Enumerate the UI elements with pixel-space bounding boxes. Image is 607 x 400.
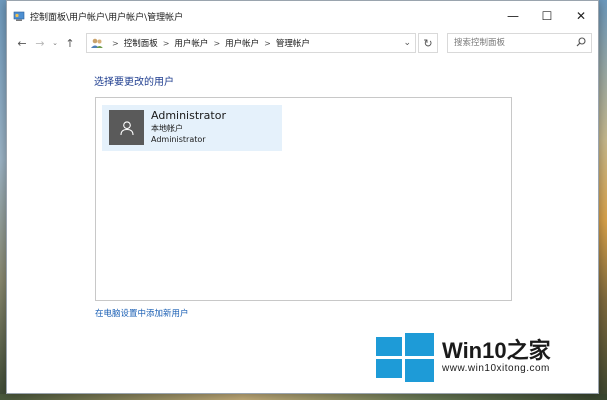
- breadcrumb-control-panel[interactable]: 控制面板: [124, 37, 158, 49]
- user-icon: [119, 120, 134, 135]
- recent-locations-button[interactable]: ⌄: [49, 33, 61, 53]
- watermark-brand-suffix: 之家: [506, 337, 551, 363]
- breadcrumb-separator[interactable]: >: [163, 39, 170, 48]
- breadcrumb-manage-accounts[interactable]: 管理帐户: [276, 37, 310, 49]
- minimize-button[interactable]: —: [496, 1, 530, 31]
- watermark-text: Win10之家 www.win10xitong.com: [442, 337, 551, 374]
- search-icon[interactable]: [576, 37, 586, 50]
- window-title: 控制面板\用户帐户\用户帐户\管理帐户: [30, 12, 184, 23]
- window-controls: — ☐ ✕: [496, 1, 598, 31]
- user-name: Administrator: [151, 109, 226, 122]
- refresh-button[interactable]: ↻: [418, 33, 438, 53]
- watermark-brand-prefix: Win10: [442, 337, 507, 363]
- address-bar[interactable]: > 控制面板 > 用户帐户 > 用户帐户 > 管理帐户 ⌄: [86, 33, 416, 53]
- up-button[interactable]: ↑: [61, 33, 79, 53]
- search-box[interactable]: [447, 33, 592, 53]
- add-new-user-link[interactable]: 在电脑设置中添加新用户: [95, 307, 189, 319]
- account-type: 本地帐户: [151, 124, 183, 133]
- close-button[interactable]: ✕: [564, 1, 598, 31]
- avatar: [109, 110, 144, 145]
- control-panel-icon: [13, 10, 25, 22]
- chevron-down-icon[interactable]: ⌄: [403, 38, 411, 48]
- user-list-panel: Administrator 本地帐户 Administrator: [95, 97, 512, 301]
- account-group: Administrator: [151, 135, 206, 144]
- title-bar[interactable]: 控制面板\用户帐户\用户帐户\管理帐户 — ☐ ✕: [7, 1, 598, 31]
- desktop-background-bottom: [0, 394, 607, 400]
- breadcrumb-separator[interactable]: >: [264, 39, 271, 48]
- breadcrumb-user-accounts-2[interactable]: 用户帐户: [225, 37, 259, 49]
- watermark-url: www.win10xitong.com: [442, 362, 550, 374]
- search-input[interactable]: [448, 34, 572, 52]
- maximize-button[interactable]: ☐: [530, 1, 564, 31]
- forward-button[interactable]: →: [31, 33, 49, 53]
- watermark-brand: Win10之家: [442, 337, 551, 363]
- navigation-bar: ← → ⌄ ↑ > 控制面板 > 用户帐户 > 用户帐户 > 管理帐户 ⌄ ↻: [7, 31, 598, 55]
- users-icon: [90, 37, 104, 49]
- breadcrumb-user-accounts[interactable]: 用户帐户: [174, 37, 208, 49]
- breadcrumb-separator[interactable]: >: [213, 39, 220, 48]
- user-info: Administrator 本地帐户 Administrator: [151, 109, 226, 145]
- back-button[interactable]: ←: [13, 33, 31, 53]
- user-tile-administrator[interactable]: Administrator 本地帐户 Administrator: [102, 105, 282, 151]
- page-title: 选择要更改的用户: [94, 77, 174, 88]
- windows-logo-icon: [376, 333, 434, 382]
- site-watermark: Win10之家 www.win10xitong.com: [376, 330, 601, 382]
- breadcrumb-separator: >: [112, 38, 119, 48]
